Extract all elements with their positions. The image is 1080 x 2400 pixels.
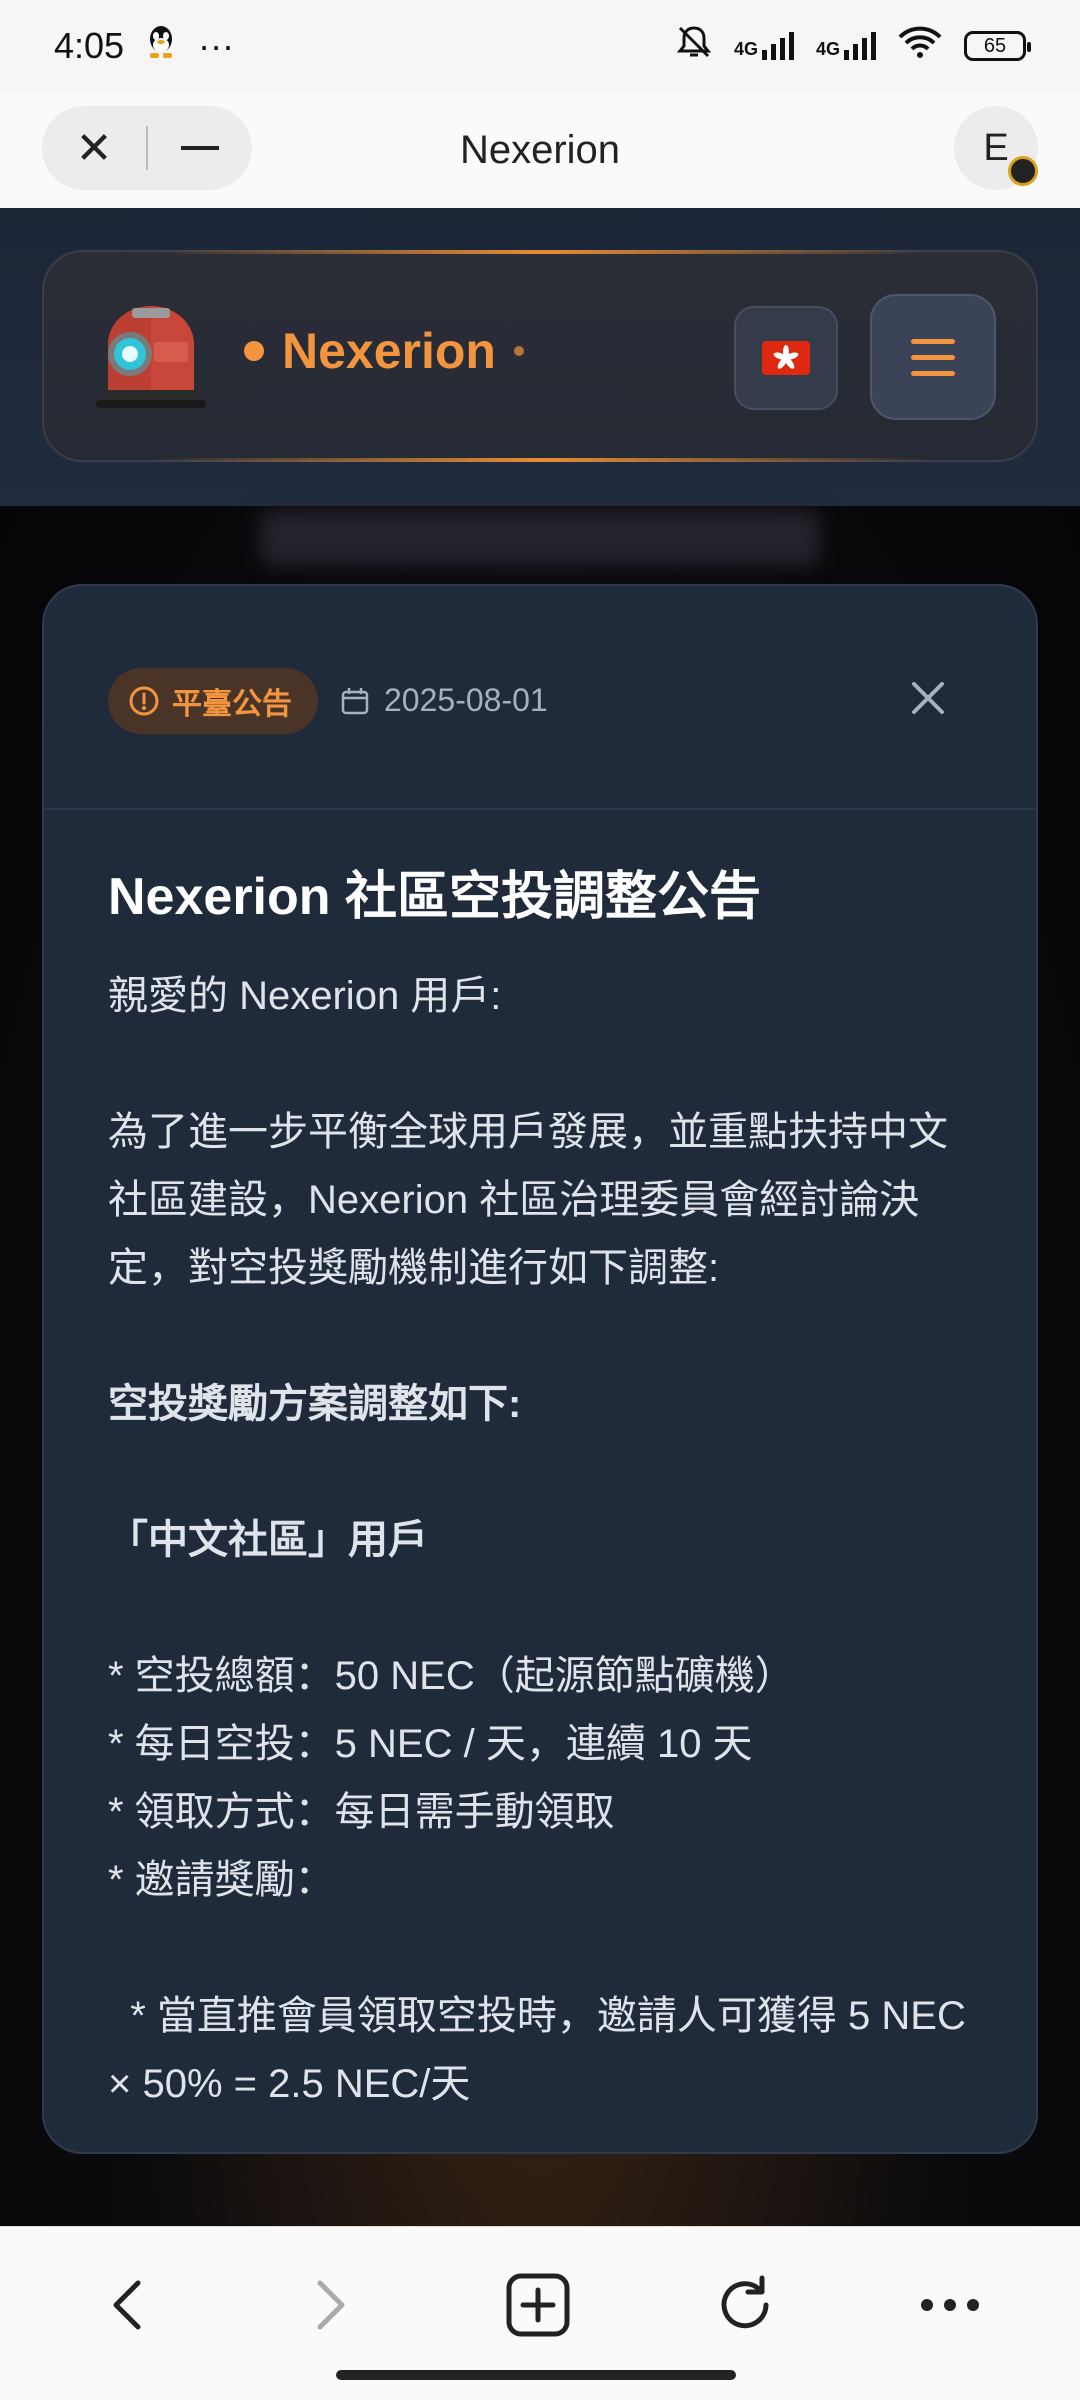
signal-icon <box>761 32 794 60</box>
battery-icon: 65 <box>964 31 1031 61</box>
language-button[interactable] <box>734 306 838 410</box>
group-title: 「中文社區」用戶 <box>108 1517 428 1562</box>
sub-bullet-item: * 當直推會員領取空投時，邀請人可獲得 5 NEC × 50% = 2.5 NE… <box>108 1993 977 2106</box>
status-bar: 4:05 ··· 4G 4G 65 <box>0 0 1080 92</box>
close-modal-icon[interactable] <box>904 674 952 722</box>
home-indicator[interactable] <box>336 2370 736 2380</box>
announcement-title: Nexerion 社區空投調整公告 <box>108 868 761 926</box>
browser-toolbar: ✕ Nexerion E <box>0 92 1080 208</box>
brand-dot-icon <box>244 341 264 361</box>
network-type-1: 4G <box>733 39 758 59</box>
modal-body: Nexerion 社區空投調整公告 親愛的 Nexerion 用戶: 為了進一步… <box>44 810 1036 2118</box>
brand-name: Nexerion <box>282 323 496 379</box>
refresh-icon[interactable] <box>705 2265 785 2345</box>
site-header: Nexerion <box>42 250 1038 462</box>
announcement-date: 2025-08-01 <box>340 682 548 719</box>
tag-label: 平臺公告 <box>172 688 292 721</box>
bullet-item: * 領取方式：每日需手動領取 <box>108 1789 615 1834</box>
back-icon[interactable] <box>88 2265 168 2345</box>
blurred-background-text <box>260 510 820 566</box>
page-title: Nexerion <box>459 127 621 172</box>
brand[interactable]: Nexerion <box>244 322 524 380</box>
minimize-icon[interactable] <box>148 146 252 150</box>
bullet-item: * 空投總額：50 NEC（起源節點礦機） <box>108 1653 795 1698</box>
more-options-icon[interactable] <box>910 2265 990 2345</box>
announcement-tag: 平臺公告 <box>108 668 318 734</box>
battery-level: 65 <box>983 34 1007 57</box>
new-tab-icon[interactable] <box>498 2265 578 2345</box>
modal-header: 平臺公告 2025-08-01 <box>44 586 1036 810</box>
brand-dot-small-icon <box>513 346 524 356</box>
avatar[interactable]: E <box>954 106 1038 190</box>
glow-line-top <box>154 250 930 254</box>
avatar-letter: E <box>983 126 1009 169</box>
window-controls: ✕ <box>42 106 252 190</box>
glow-line-bottom <box>154 458 930 462</box>
wifi-icon <box>898 25 942 68</box>
signal-icon <box>844 32 876 60</box>
mining-machine-logo[interactable] <box>92 304 210 416</box>
calendar-icon <box>341 687 369 714</box>
bullet-item: * 邀請獎勵： <box>108 1857 335 1902</box>
mute-bell-icon <box>676 24 712 69</box>
hamburger-menu-icon[interactable] <box>870 294 996 420</box>
alert-circle-icon <box>129 686 159 716</box>
greeting-text: 親愛的 Nexerion 用戶: <box>108 973 502 1018</box>
status-time: 4:05 <box>54 25 125 66</box>
forward-icon[interactable] <box>290 2265 370 2345</box>
intro-text: 為了進一步平衡全球用戶發展，並重點扶持中文社區建設，Nexerion 社區治理委… <box>108 1109 948 1290</box>
announcement-modal: 平臺公告 2025-08-01 Nexerion 社區空投調整公告 親愛的 Ne… <box>42 584 1038 2154</box>
date-text: 2025-08-01 <box>384 682 548 718</box>
qq-icon <box>146 25 176 68</box>
badge-icon <box>1008 156 1038 186</box>
network-type-2: 4G <box>815 39 840 59</box>
hong-kong-flag-icon <box>762 341 810 375</box>
more-notifications-icon: ··· <box>198 25 235 66</box>
section-title: 空投獎勵方案調整如下: <box>108 1381 522 1426</box>
bullet-item: * 每日空投：5 NEC / 天，連續 10 天 <box>108 1721 753 1766</box>
close-icon[interactable]: ✕ <box>42 123 146 174</box>
